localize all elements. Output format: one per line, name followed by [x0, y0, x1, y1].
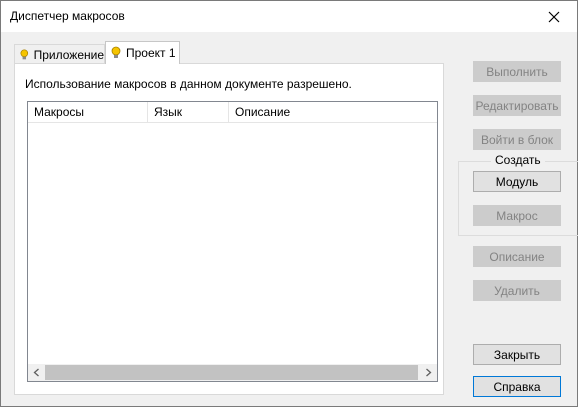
description-button[interactable]: Описание: [473, 246, 561, 267]
column-header-macros[interactable]: Макросы: [28, 102, 148, 122]
macro-manager-dialog: Диспетчер макросов Приложение Проект 1 И…: [0, 0, 578, 407]
horizontal-scrollbar[interactable]: [28, 364, 437, 381]
tab-panel: Использование макросов в данном документ…: [14, 63, 444, 395]
macros-list[interactable]: Макросы Язык Описание: [27, 101, 438, 382]
macros-list-header: Макросы Язык Описание: [28, 102, 437, 123]
chevron-left-icon: [33, 368, 39, 377]
macros-enabled-message: Использование макросов в данном документ…: [25, 77, 352, 91]
delete-button[interactable]: Удалить: [473, 280, 561, 301]
step-into-button[interactable]: Войти в блок: [473, 129, 561, 150]
scrollbar-thumb[interactable]: [45, 365, 418, 380]
scroll-right-button[interactable]: [420, 364, 437, 381]
close-button[interactable]: Закрыть: [473, 344, 561, 365]
help-button[interactable]: Справка: [473, 376, 561, 397]
close-window-button[interactable]: [531, 1, 577, 32]
create-group-label: Создать: [491, 153, 545, 167]
column-header-description[interactable]: Описание: [229, 102, 437, 122]
column-header-language[interactable]: Язык: [148, 102, 229, 122]
tab-project-1[interactable]: Проект 1: [105, 41, 180, 64]
chevron-right-icon: [426, 368, 432, 377]
lightbulb-icon: [111, 46, 121, 58]
lightbulb-icon: [20, 48, 29, 59]
window-title: Диспетчер макросов: [10, 9, 125, 23]
edit-button[interactable]: Редактировать: [473, 95, 561, 116]
tab-application[interactable]: Приложение: [14, 44, 105, 64]
tab-project-1-label: Проект 1: [126, 46, 176, 60]
run-button[interactable]: Выполнить: [473, 61, 561, 82]
close-icon: [548, 11, 560, 22]
scroll-left-button[interactable]: [28, 364, 45, 381]
create-module-button[interactable]: Модуль: [473, 171, 561, 192]
tab-application-label: Приложение: [33, 47, 104, 62]
title-bar: Диспетчер макросов: [1, 1, 577, 32]
create-macro-button[interactable]: Макрос: [473, 205, 561, 226]
